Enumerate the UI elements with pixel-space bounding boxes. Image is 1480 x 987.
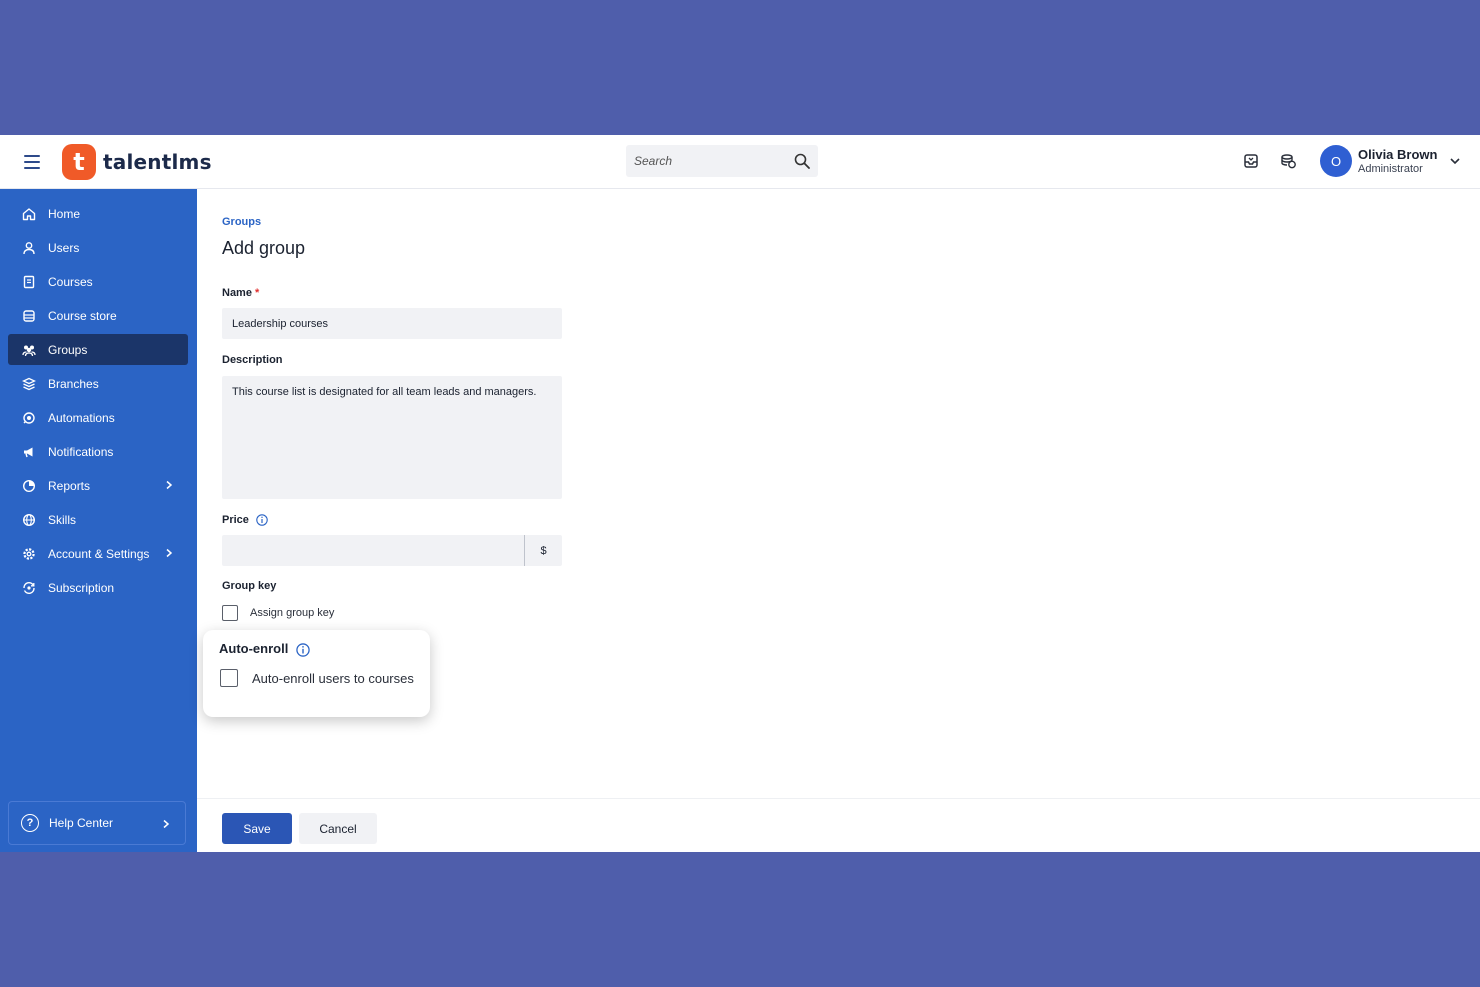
info-icon[interactable] — [256, 514, 268, 526]
group-key-label: Group key — [222, 580, 277, 592]
price-label-text: Price — [222, 514, 249, 526]
currency-symbol: $ — [540, 544, 547, 557]
sidebar-item-subscription[interactable]: Subscription — [8, 572, 188, 603]
group-icon — [22, 345, 36, 356]
sidebar-item-notifications[interactable]: Notifications — [8, 436, 188, 467]
form-footer: Save Cancel — [197, 798, 1480, 852]
chevron-down-icon[interactable] — [1449, 155, 1461, 167]
sidebar-item-label: Courses — [48, 274, 93, 289]
price-label: Price — [222, 514, 268, 526]
sidebar-item-home[interactable]: Home — [8, 198, 188, 229]
info-icon[interactable] — [296, 642, 310, 657]
user-info: Olivia Brown Administrator — [1358, 147, 1437, 176]
assign-group-key-option[interactable]: Assign group key — [222, 605, 334, 621]
sidebar-item-skills[interactable]: Skills — [8, 504, 188, 535]
chevron-right-icon[interactable] — [164, 548, 174, 558]
menu-icon[interactable] — [24, 155, 40, 169]
sidebar: Home Users Courses Course store Groups B… — [0, 189, 197, 852]
sidebar-item-courses[interactable]: Courses — [8, 266, 188, 297]
sidebar-item-reports[interactable]: Reports — [8, 470, 188, 501]
sidebar-item-label: Automations — [48, 410, 115, 425]
chevron-right-icon — [163, 819, 170, 829]
sidebar-item-label: Skills — [48, 512, 77, 527]
app-window: t talentlms O Olivia Brown Administrator… — [0, 135, 1480, 852]
price-input[interactable] — [222, 535, 524, 566]
auto-enroll-heading: Auto-enroll — [219, 641, 310, 657]
assign-group-key-checkbox[interactable] — [222, 605, 238, 621]
sidebar-item-label: Account & Settings — [48, 546, 150, 561]
avatar: O — [1320, 145, 1352, 177]
name-field[interactable] — [222, 308, 562, 339]
user-menu[interactable]: O Olivia Brown Administrator — [1320, 145, 1461, 177]
globe-icon — [22, 513, 36, 526]
search-icon[interactable] — [794, 153, 810, 169]
sidebar-item-users[interactable]: Users — [8, 232, 188, 263]
description-label: Description — [222, 354, 283, 366]
pie-chart-icon — [22, 479, 36, 492]
auto-enroll-option[interactable]: Auto-enroll users to courses — [220, 669, 414, 687]
automation-icon — [23, 411, 35, 424]
page-title: Add group — [222, 238, 306, 258]
sidebar-item-label: Notifications — [48, 444, 114, 459]
search-box — [626, 145, 818, 177]
chevron-right-icon[interactable] — [164, 480, 174, 490]
sidebar-item-groups[interactable]: Groups — [8, 334, 188, 365]
cancel-button[interactable]: Cancel — [299, 813, 377, 844]
coins-icon[interactable] — [1279, 152, 1297, 170]
megaphone-icon — [24, 447, 33, 457]
auto-enroll-checkbox-label: Auto-enroll users to courses — [252, 670, 414, 686]
sidebar-item-label: Subscription — [48, 580, 115, 595]
assign-group-key-label: Assign group key — [250, 607, 335, 619]
description-field[interactable]: This course list is designated for all t… — [222, 376, 562, 499]
inbox-icon[interactable] — [1242, 152, 1260, 170]
sidebar-item-branches[interactable]: Branches — [8, 368, 188, 399]
auto-enroll-card: Auto-enroll Auto-enroll users to courses — [203, 630, 430, 717]
sidebar-item-label: Home — [48, 206, 81, 221]
sidebar-item-label: Branches — [48, 376, 99, 391]
logo[interactable]: t talentlms — [62, 144, 212, 180]
auto-enroll-checkbox[interactable] — [220, 669, 238, 687]
refresh-money-icon — [23, 581, 35, 594]
required-mark: * — [255, 287, 260, 299]
price-field-group: $ — [222, 535, 562, 566]
name-label-text: Name — [222, 287, 252, 299]
help-center-button[interactable]: ? Help Center — [8, 801, 186, 845]
home-icon — [22, 207, 36, 220]
sidebar-item-course-store[interactable]: Course store — [8, 300, 188, 331]
user-name: Olivia Brown — [1358, 146, 1438, 162]
sidebar-item-label: Users — [48, 240, 80, 255]
sidebar-item-label: Groups — [48, 342, 88, 357]
top-bar: t talentlms O Olivia Brown Administrator — [0, 135, 1480, 189]
store-icon — [23, 309, 35, 322]
logo-mark: t — [62, 144, 96, 180]
sidebar-item-label: Reports — [48, 478, 91, 493]
auto-enroll-label: Auto-enroll — [219, 641, 289, 656]
logo-text: talentlms — [103, 150, 212, 174]
search-input[interactable] — [626, 145, 786, 177]
sidebar-item-account-settings[interactable]: Account & Settings — [8, 538, 188, 569]
breadcrumb[interactable]: Groups — [222, 216, 261, 228]
book-icon — [23, 275, 35, 288]
layers-icon — [22, 377, 36, 390]
sidebar-item-label: Course store — [48, 308, 117, 323]
name-label: Name * — [222, 287, 259, 299]
save-button[interactable]: Save — [222, 813, 292, 844]
question-icon: ? — [21, 814, 39, 832]
sidebar-item-automations[interactable]: Automations — [8, 402, 188, 433]
user-role: Administrator — [1358, 162, 1423, 175]
gear-icon — [23, 547, 35, 560]
help-center-label: Help Center — [49, 816, 114, 830]
user-icon — [23, 241, 35, 254]
